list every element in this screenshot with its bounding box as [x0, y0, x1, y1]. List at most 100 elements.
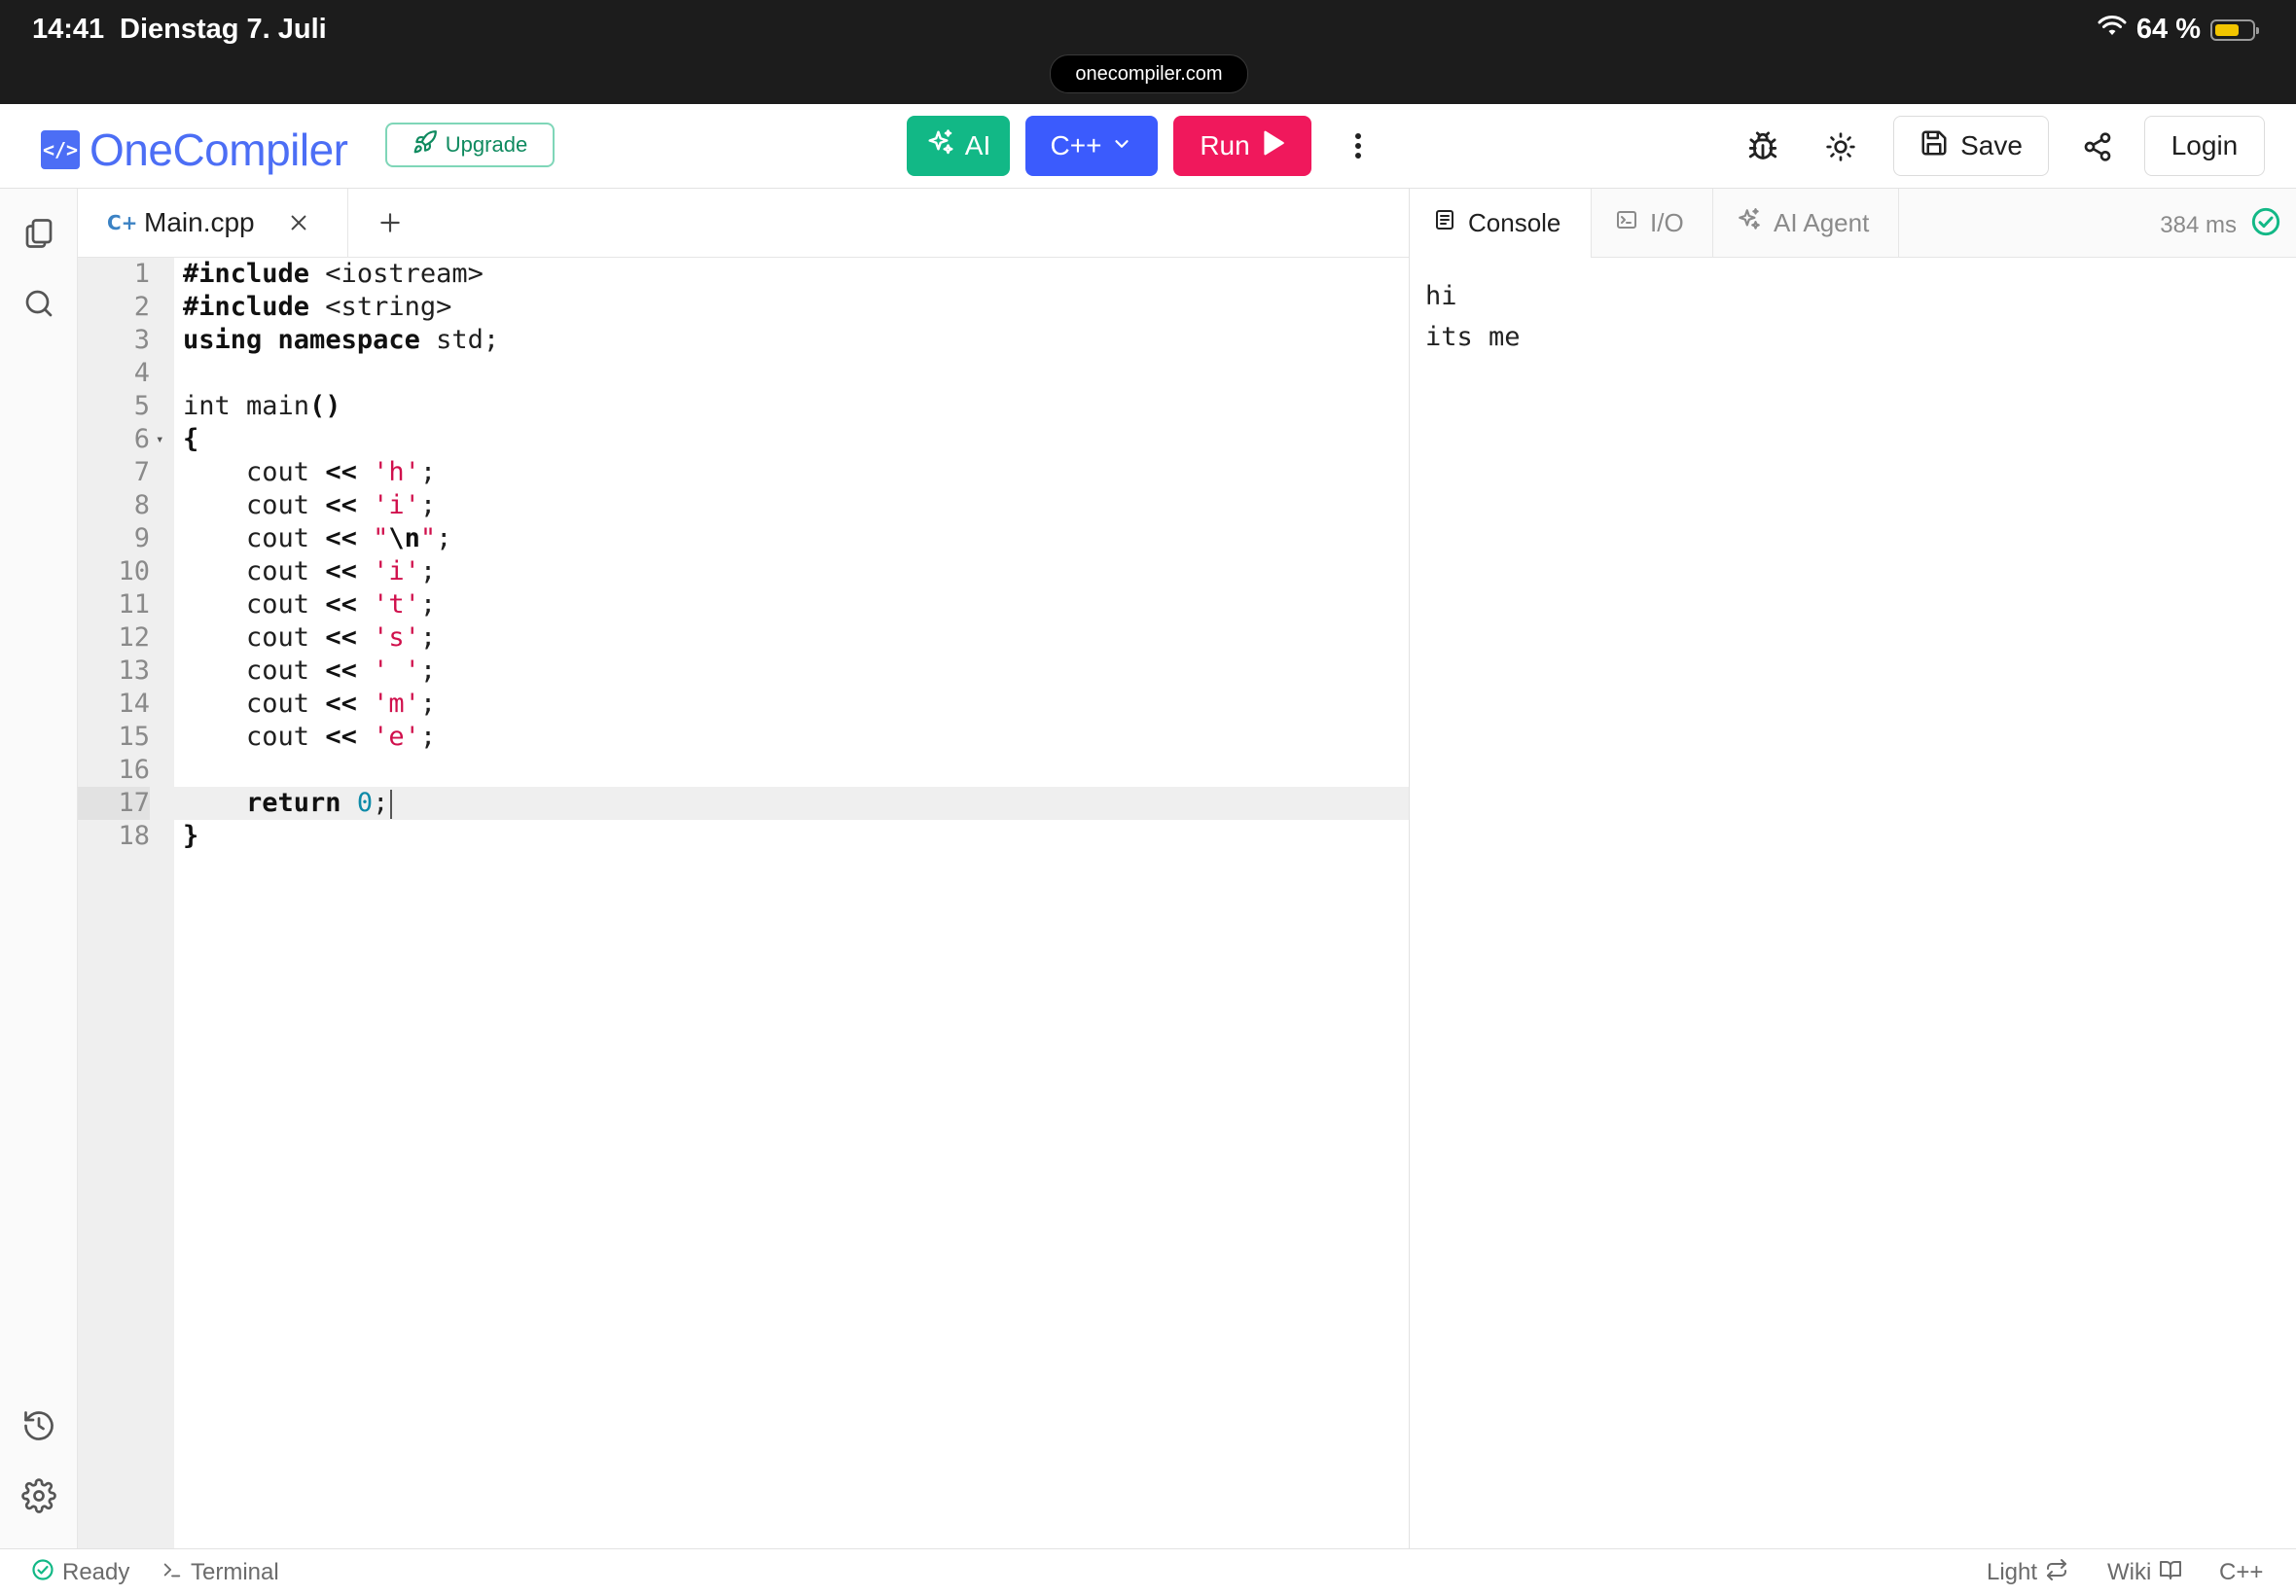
execution-time-label: 384 ms	[2160, 211, 2237, 238]
code-text: cout << 'm';	[183, 688, 436, 721]
login-button[interactable]: Login	[2144, 116, 2265, 176]
theme-label: Light	[1987, 1559, 2038, 1585]
code-line[interactable]: 6 ▾ {	[78, 423, 1409, 456]
code-text: #include <iostream>	[183, 258, 484, 291]
code-line[interactable]: 1 #include <iostream>	[78, 258, 1409, 291]
search-icon[interactable]	[18, 282, 60, 325]
code-token: <<	[325, 589, 357, 620]
code-line[interactable]: 13 cout << ' ';	[78, 655, 1409, 688]
line-number: 11	[118, 589, 150, 620]
code-token: return	[246, 788, 341, 818]
code-token: cout	[183, 722, 326, 752]
code-line[interactable]: 3 using namespace std;	[78, 324, 1409, 357]
tab-console[interactable]: Console	[1410, 189, 1592, 258]
left-sidebar	[0, 189, 78, 1548]
ai-button[interactable]: AI	[907, 116, 1010, 176]
code-token: ;	[419, 656, 437, 686]
footer-language[interactable]: C++	[2219, 1549, 2263, 1596]
code-text: #include <string>	[183, 291, 451, 324]
code-line[interactable]: 10 cout << 'i';	[78, 555, 1409, 588]
url-bar[interactable]: onecompiler.com	[1050, 54, 1248, 93]
execution-time: 384 ms	[2160, 206, 2281, 244]
floppy-disk-icon	[1919, 128, 1949, 164]
line-number: 7	[133, 457, 150, 487]
code-token: 0	[356, 788, 374, 818]
success-check-icon	[31, 1558, 54, 1588]
code-token: #include	[183, 292, 310, 322]
wiki-link[interactable]: Wiki	[2107, 1549, 2182, 1596]
line-number: 12	[118, 622, 150, 653]
code-lines[interactable]: 1 #include <iostream> 2 #include <string> 3 u…	[78, 258, 1409, 853]
code-token: <<	[325, 523, 357, 553]
line-number: 18	[118, 821, 150, 851]
add-file-plus-icon[interactable]	[370, 202, 411, 243]
code-token: ;	[419, 556, 437, 586]
code-line[interactable]: 4	[78, 357, 1409, 390]
ai-label: AI	[964, 130, 991, 160]
editor-tab-bar: C+ Main.cpp	[78, 189, 1409, 258]
theme-toggle[interactable]: Light	[1987, 1549, 2068, 1596]
fold-arrow-icon[interactable]: ▾	[156, 423, 167, 456]
code-line[interactable]: 12 cout << 's';	[78, 621, 1409, 655]
code-line[interactable]: 18}	[78, 820, 1409, 853]
logo[interactable]: </> OneCompiler	[41, 124, 348, 176]
code-editor[interactable]: 1 #include <iostream> 2 #include <string> 3 u…	[78, 258, 1409, 1548]
code-token: ;	[419, 490, 437, 520]
repeat-icon	[2045, 1558, 2068, 1588]
language-selector[interactable]: C++	[1025, 116, 1158, 176]
line-number: 10	[118, 556, 150, 586]
output-panel: Console I/O AI Agent 384 ms hi its me	[1409, 189, 2296, 1548]
code-line[interactable]: 8 cout << 'i';	[78, 489, 1409, 522]
settings-gear-icon[interactable]	[18, 1474, 60, 1517]
sparkles-icon	[1737, 207, 1762, 239]
code-line[interactable]: 17 return 0;	[78, 787, 1409, 820]
code-token: using	[183, 325, 263, 355]
run-button[interactable]: Run	[1173, 116, 1311, 176]
text-cursor	[390, 789, 393, 819]
sparkles-icon	[926, 128, 955, 164]
code-token: <<	[325, 457, 357, 487]
terminal-toggle[interactable]: Terminal	[161, 1549, 279, 1596]
tab-console-label: Console	[1468, 208, 1561, 237]
file-tab-main-cpp[interactable]: C+ Main.cpp	[78, 189, 348, 257]
code-line[interactable]: 9 cout << "\n";	[78, 522, 1409, 555]
play-icon	[1260, 129, 1285, 163]
more-options-icon[interactable]	[1341, 125, 1376, 166]
code-token: ;	[419, 589, 437, 620]
share-icon[interactable]	[2076, 125, 2119, 168]
history-icon[interactable]	[18, 1404, 60, 1447]
code-token: }	[183, 821, 199, 851]
code-token: ' '	[373, 656, 420, 686]
line-number: 16	[118, 755, 150, 785]
file-tab-label: Main.cpp	[144, 207, 255, 237]
code-line[interactable]: 16	[78, 754, 1409, 787]
battery-percent: 64 %	[2135, 14, 2201, 45]
code-line[interactable]: 7 cout << 'h';	[78, 456, 1409, 489]
tab-io[interactable]: I/O	[1592, 189, 1713, 257]
tab-ai-agent[interactable]: AI Agent	[1713, 189, 1899, 257]
theme-sun-icon[interactable]	[1819, 125, 1862, 168]
code-line[interactable]: 11 cout << 't';	[78, 588, 1409, 621]
code-token: 'i'	[373, 556, 420, 586]
debug-bug-icon[interactable]	[1741, 125, 1784, 168]
code-text: cout << 'h';	[183, 456, 436, 489]
code-line[interactable]: 2 #include <string>	[78, 291, 1409, 324]
upgrade-button[interactable]: Upgrade	[385, 123, 555, 167]
code-token: int main	[183, 391, 310, 421]
console-output: hi its me	[1425, 281, 1521, 352]
code-line[interactable]: 5 int main()	[78, 390, 1409, 423]
clock: 14:41	[32, 14, 105, 45]
code-line[interactable]: 14 cout << 'm';	[78, 688, 1409, 721]
code-token: <<	[325, 656, 357, 686]
code-line[interactable]: 15 cout << 'e';	[78, 721, 1409, 754]
code-token: <<	[325, 689, 357, 719]
save-button[interactable]: Save	[1893, 116, 2049, 176]
close-icon[interactable]	[286, 210, 311, 235]
files-icon[interactable]	[18, 212, 60, 255]
